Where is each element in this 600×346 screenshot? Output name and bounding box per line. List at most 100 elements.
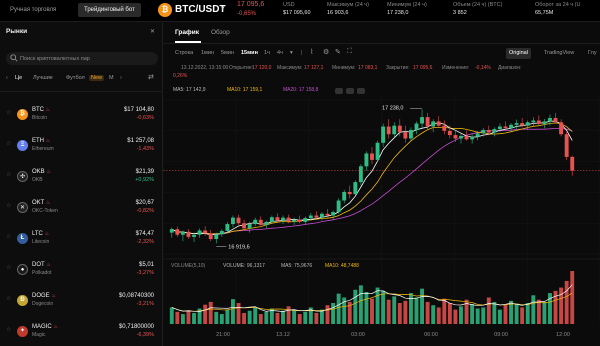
tab-overview[interactable]: Обзор [211, 29, 230, 36]
candle [258, 219, 263, 225]
chart-area[interactable]: 17 238,0 16 919,6 VOLUME(5,10) VOLUME: 96,1… [162, 96, 600, 346]
stat-value: 65,75М [535, 10, 554, 16]
indicator-icon[interactable]: ⌇ [310, 48, 313, 56]
volume-bar [208, 301, 213, 324]
category-tabs: ‹ Це Лучшие Футбол New М › ⇄ [6, 73, 158, 85]
coin-change: -3,27% [136, 270, 154, 276]
close-label: Закрытие: [386, 65, 410, 71]
tab-category-football[interactable]: Футбол [66, 75, 85, 81]
star-icon[interactable]: ☆ [6, 264, 11, 271]
tab-trading-bot[interactable]: Трейдинговый бот [78, 3, 141, 17]
chart-tabs: График Обзор [163, 22, 600, 44]
view-original[interactable]: Original [506, 48, 531, 59]
star-icon[interactable]: ☆ [6, 295, 11, 302]
star-icon[interactable]: ☆ [6, 171, 11, 178]
tab-category-more[interactable]: М [109, 75, 114, 81]
candle [275, 217, 280, 221]
flame-icon: ♨ [51, 293, 56, 299]
volume-bar [542, 301, 547, 324]
coin-row-ltc[interactable]: ☆ Ł LTC ♨ Litecoin $74,47 -2,32% [0, 224, 162, 256]
divider: | [301, 50, 303, 56]
chevron-right-icon[interactable]: › [120, 75, 122, 81]
settings-icon[interactable]: ⚙ [323, 48, 329, 56]
candle [525, 122, 530, 126]
interval-4h[interactable]: 4ч [277, 50, 283, 56]
candle [420, 117, 425, 124]
stat-label: Оборот за 24 ч (U [535, 2, 581, 8]
interval-15m[interactable]: 15мин [241, 50, 258, 56]
high-label: Максимум: [277, 65, 303, 71]
tab-category[interactable]: Це [15, 75, 22, 81]
open-value: 17 120,0 [252, 65, 272, 71]
volume-bar [331, 303, 336, 324]
coin-logo-icon: Ξ [17, 140, 28, 151]
candle [408, 129, 413, 139]
candle [492, 129, 497, 133]
price-chart[interactable]: 17 238,0 16 919,6 VOLUME(5,10) VOLUME: 96,1… [162, 96, 600, 346]
coin-row-okt[interactable]: ☆ ✕ OKT ♨ OKC-Token $20,67 -0,82% [0, 193, 162, 225]
change-value: -0,14% [475, 65, 491, 71]
candle-date: 13.12.2022, 13:15:00 [181, 65, 229, 71]
view-depth[interactable]: Глу [585, 48, 600, 59]
volume-bar [425, 301, 430, 324]
search-input[interactable] [20, 52, 156, 65]
stat-value: 3 852 [453, 10, 467, 16]
coin-row-btc[interactable]: ☆ ₿ BTC ♨ Bitcoin $17 104,80 -0,63% [0, 100, 162, 132]
interval-1h[interactable]: 1ч [264, 50, 270, 56]
volume-bar [236, 303, 241, 324]
interval-5m[interactable]: 5мин [221, 50, 234, 56]
tab-category-top[interactable]: Лучшие [33, 75, 53, 81]
volume-title: VOLUME(5,10) [171, 263, 206, 269]
pair-title[interactable]: BTC/USDT [175, 3, 226, 17]
close-icon[interactable]: ✕ [150, 28, 155, 35]
coin-row-doge[interactable]: ☆ Ð DOGE ♨ Dogecoin $0,08740300 -3,21% [0, 286, 162, 318]
volume-bar [253, 307, 258, 324]
coin-row-eth[interactable]: ☆ Ξ ETH ♨ Ethereum $1 257,08 -1,43% [0, 131, 162, 163]
volume-bar [336, 293, 341, 324]
new-badge: New [89, 75, 105, 81]
volume-bar [297, 314, 302, 324]
interval-1m[interactable]: 1мин [201, 50, 214, 56]
star-icon[interactable]: ☆ [6, 326, 11, 333]
star-icon[interactable]: ☆ [6, 202, 11, 209]
chevron-down-icon[interactable]: ▾ [221, 4, 225, 12]
swap-icon[interactable]: ⇄ [148, 73, 154, 81]
coin-price: $5,01 [138, 262, 154, 268]
top-bar: Ручная торговля Трейдинговый бот ₿ BTC/U… [0, 0, 600, 22]
coin-row-magic[interactable]: ☆ ✦ MAGIC ♨ Magic $0,71800000 -6,39% [0, 317, 162, 346]
stat-volume: Объем (24 ч) (BTC) 3 852 [453, 1, 502, 17]
coin-symbol: DOT ♨ [32, 262, 51, 268]
interval-line[interactable]: Строка [175, 50, 193, 56]
candle [219, 230, 224, 235]
volume-bar [559, 287, 564, 324]
volume-bar [392, 296, 397, 324]
candle [414, 123, 419, 130]
candle [564, 134, 569, 157]
volume-bar [431, 305, 436, 324]
tab-chart[interactable]: График [175, 29, 199, 36]
fullscreen-icon[interactable]: ⛶ [347, 48, 352, 56]
chevron-left-icon[interactable]: ‹ [6, 75, 8, 81]
stat-label: Объем (24 ч) (BTC) [453, 2, 503, 8]
star-icon[interactable]: ☆ [6, 233, 11, 240]
draw-tool-icon[interactable]: ✎ [335, 48, 341, 56]
star-icon[interactable]: ☆ [6, 109, 11, 116]
candle [186, 231, 191, 237]
candle [397, 125, 402, 133]
search-box[interactable] [6, 52, 158, 65]
coin-name: Dogecoin [32, 301, 54, 307]
volume-bar [358, 285, 363, 324]
candle [192, 234, 196, 237]
star-icon[interactable]: ☆ [6, 140, 11, 147]
tab-manual-trading[interactable]: Ручная торговля [4, 3, 62, 17]
open-label: Открытие: [229, 65, 253, 71]
coin-row-okb[interactable]: ☆ ✣ OKB ♨ OKB $21,39 +0,92% [0, 162, 162, 194]
candle [442, 125, 447, 131]
x-tick-label: 09:00 [494, 332, 508, 338]
coin-name: Polkadot [32, 270, 52, 276]
view-tradingview[interactable]: TradingView [541, 48, 577, 59]
coin-symbol: BTC ♨ [32, 107, 51, 113]
chevron-down-icon[interactable]: ▾ [290, 50, 293, 56]
coin-row-dot[interactable]: ☆ ● DOT ♨ Polkadot $5,01 -3,27% [0, 255, 162, 287]
volume-bar [325, 305, 330, 324]
